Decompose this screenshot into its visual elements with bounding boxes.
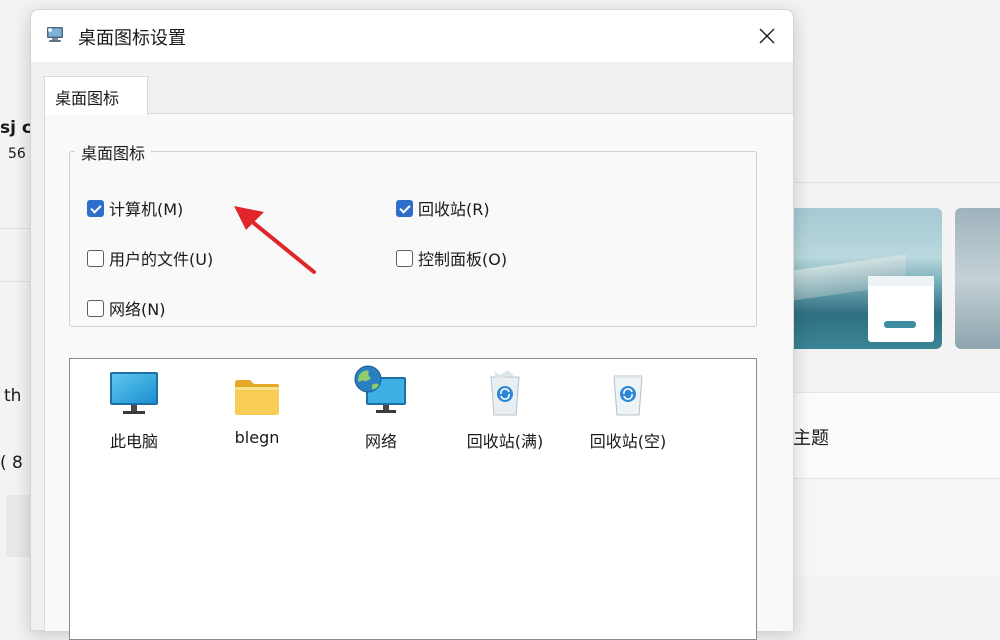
account-detail-fragment: 56	[8, 146, 26, 162]
checkbox-checked[interactable]	[396, 199, 413, 217]
checkbox-control-panel[interactable]: 控制面板(O)	[396, 246, 507, 270]
desktop-icon-settings-dialog: 桌面图标设置 桌面图标 桌面图标 计算机(M) 回收站(R) 用户的文件(U) …	[30, 9, 794, 640]
checkbox-label: 回收站(R)	[418, 200, 490, 219]
checkbox-user-files[interactable]: 用户的文件(U)	[87, 246, 213, 270]
tab-panel: 桌面图标 计算机(M) 回收站(R) 用户的文件(U) 控制面板(O) 网络(N…	[44, 113, 794, 640]
themes-label: 主题	[793, 428, 829, 449]
nav-selected-item[interactable]	[6, 495, 30, 557]
divider	[0, 281, 30, 282]
checkbox-computer[interactable]: 计算机(M)	[87, 196, 183, 220]
checkbox-unchecked[interactable]	[396, 249, 413, 267]
checkbox-checked[interactable]	[87, 199, 104, 217]
checkbox-label: 控制面板(O)	[418, 250, 508, 269]
icon-item-this-pc[interactable]: 此电脑	[79, 369, 189, 452]
preview-accent-bar	[884, 321, 916, 328]
checkbox-label: 用户的文件(U)	[109, 250, 214, 269]
desktop-icons-group	[69, 151, 757, 327]
checkbox-unchecked[interactable]	[87, 299, 104, 317]
group-title: 桌面图标	[75, 140, 152, 164]
recycle-bin-empty-icon	[613, 375, 643, 416]
annotation-arrow-icon	[234, 206, 316, 274]
preview-window	[868, 276, 934, 342]
icon-item-network[interactable]: 网络	[326, 365, 436, 452]
dialog-title: 桌面图标设置	[78, 28, 186, 49]
icon-label: 回收站(空)	[589, 432, 667, 451]
title-bar: 桌面图标设置	[31, 10, 793, 62]
icon-item-user-folder[interactable]: blegn	[202, 369, 312, 447]
divider	[792, 182, 1000, 183]
tab-desktop-icons[interactable]: 桌面图标	[44, 76, 148, 115]
theme-preview-thumbnail[interactable]	[786, 208, 942, 349]
icon-label: 网络	[364, 432, 397, 451]
nav-item-fragment[interactable]: ( 8	[0, 453, 23, 473]
icon-label: blegn	[234, 428, 280, 447]
checkbox-unchecked[interactable]	[87, 249, 104, 267]
checkbox-recycle-bin[interactable]: 回收站(R)	[396, 196, 490, 220]
close-button[interactable]	[747, 16, 787, 56]
divider	[0, 228, 30, 229]
settings-card[interactable]	[792, 478, 1000, 577]
account-name-fragment: sj c	[0, 118, 32, 138]
network-globe-icon	[354, 365, 406, 413]
monitor-icon	[110, 372, 158, 414]
nav-item-fragment[interactable]: th	[4, 386, 21, 406]
desktop-settings-app-icon	[47, 27, 63, 42]
folder-icon	[235, 380, 279, 415]
tab-label: 桌面图标	[55, 89, 120, 108]
icon-item-recycle-bin-full[interactable]: 回收站(满)	[450, 369, 560, 452]
theme-preview-thumbnail[interactable]	[955, 208, 1000, 349]
checkbox-label: 网络(N)	[109, 300, 166, 319]
icon-label: 此电脑	[109, 432, 158, 451]
icon-item-recycle-bin-empty[interactable]: 回收站(空)	[573, 369, 683, 452]
recycle-bin-full-icon	[490, 370, 520, 416]
checkbox-label: 计算机(M)	[109, 200, 184, 219]
checkbox-network[interactable]: 网络(N)	[87, 296, 165, 320]
icon-label: 回收站(满)	[466, 432, 544, 451]
icon-preview-list[interactable]: 此电脑 blegn 网络 回收站(满) 回收站(空)	[69, 358, 757, 640]
close-icon	[759, 28, 775, 44]
